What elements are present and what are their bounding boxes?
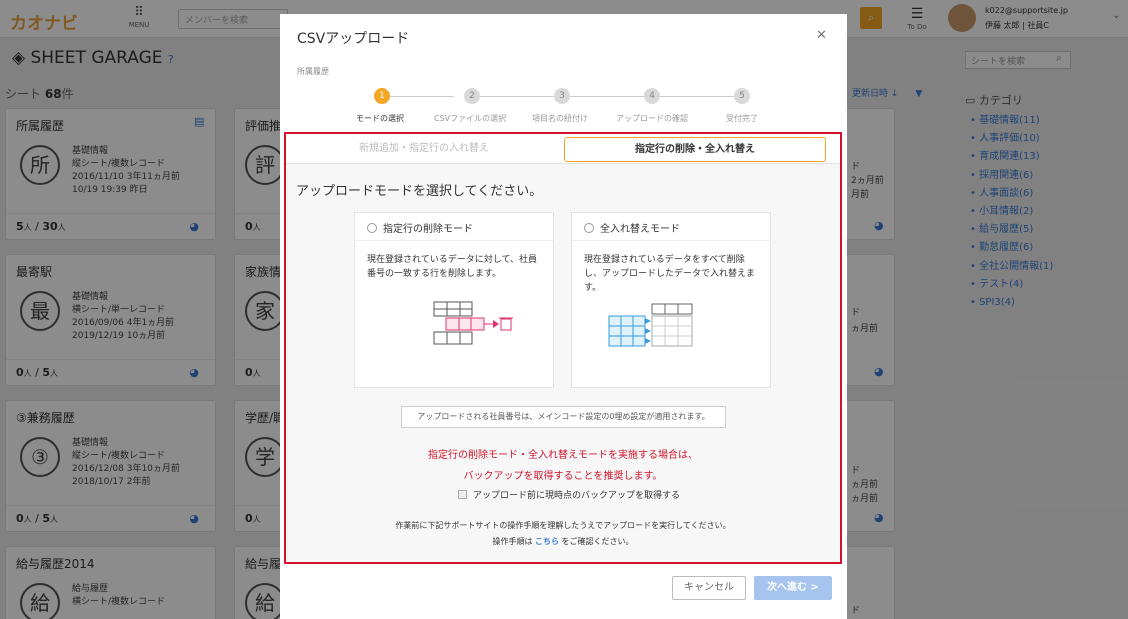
close-icon[interactable]: ✕ — [816, 28, 827, 43]
step-label: CSVファイルの選択 — [434, 114, 507, 123]
tab-add-replace[interactable]: 新規追加・指定行の入れ替え — [286, 134, 562, 163]
step-label: 項目名の紐付け — [532, 114, 588, 123]
step-number: 1 — [374, 88, 390, 104]
option-delete-mode[interactable]: 指定行の削除モード 現在登録されているデータに対して、社員番号の一致する行を削除… — [354, 212, 554, 388]
step-connector — [570, 96, 644, 97]
step-connector — [480, 96, 554, 97]
step-number: 2 — [464, 88, 480, 104]
zero-padding-note: アップロードされる社員番号は、メインコード設定の0埋め設定が適用されます。 — [401, 406, 726, 428]
step-label: アップロードの確認 — [616, 114, 688, 123]
backup-checkbox-label: アップロード前に現時点のバックアップを取得する — [473, 491, 681, 501]
option-replace-all-mode[interactable]: 全入れ替えモード 現在登録されているデータをすべて削除し、アップロードしたデータ… — [571, 212, 771, 388]
step-connector — [390, 96, 454, 97]
step-3: 3 — [552, 88, 572, 104]
support-link-line: 操作手順は こちら をご確認ください。 — [286, 536, 840, 547]
radio-button[interactable] — [367, 223, 377, 233]
csv-upload-modal: CSVアップロード ✕ 所属履歴 1 2 3 4 5 モードの選択 CSVファイ… — [280, 14, 847, 619]
radio-button[interactable] — [584, 223, 594, 233]
modal-subtitle: 所属履歴 — [297, 67, 329, 76]
step-number: 4 — [644, 88, 660, 104]
support-text-pre: 操作手順は — [492, 537, 533, 546]
option-title: 全入れ替えモード — [600, 224, 680, 235]
next-button[interactable]: 次へ進む > — [754, 576, 832, 600]
step-5: 5 — [732, 88, 752, 104]
backup-checkbox[interactable] — [458, 490, 467, 499]
mode-tabs: 新規追加・指定行の入れ替え 指定行の削除・全入れ替え — [286, 134, 840, 164]
option-header: 指定行の削除モード — [355, 213, 553, 241]
option-description: 現在登録されているデータをすべて削除し、アップロードしたデータで入れ替えます。 — [584, 255, 756, 293]
option-header: 全入れ替えモード — [572, 213, 770, 241]
step-number: 5 — [734, 88, 750, 104]
step-label: モードの選択 — [356, 114, 404, 123]
backup-option[interactable]: アップロード前に現時点のバックアップを取得する — [458, 488, 680, 501]
support-link[interactable]: こちら — [535, 537, 559, 546]
mode-question: アップロードモードを選択してください。 — [296, 184, 543, 199]
option-description: 現在登録されているデータに対して、社員番号の一致する行を削除します。 — [367, 255, 538, 279]
option-title: 指定行の削除モード — [383, 224, 473, 235]
step-2: 2 — [462, 88, 482, 104]
cancel-button[interactable]: キャンセル — [672, 576, 746, 600]
support-text-post: をご確認ください。 — [561, 537, 634, 546]
upload-mode-panel: 新規追加・指定行の入れ替え 指定行の削除・全入れ替え アップロードモードを選択し… — [284, 132, 842, 564]
backup-warning-line2: バックアップを取得することを推奨します。 — [463, 471, 663, 482]
backup-warning-line1: 指定行の削除モード・全入れ替えモードを実施する場合は、 — [428, 450, 698, 461]
step-number: 3 — [554, 88, 570, 104]
delete-rows-illustration-icon — [433, 301, 513, 345]
step-connector — [660, 96, 734, 97]
step-1: 1 — [372, 88, 392, 104]
tab-delete-replace-all[interactable]: 指定行の削除・全入れ替え — [564, 137, 826, 162]
step-4: 4 — [642, 88, 662, 104]
modal-title: CSVアップロード — [297, 31, 410, 47]
replace-all-illustration-icon — [608, 303, 693, 347]
step-label: 受付完了 — [726, 114, 758, 123]
support-instructions: 作業前に下記サポートサイトの操作手順を理解したうえでアップロードを実行してくださ… — [395, 521, 731, 530]
